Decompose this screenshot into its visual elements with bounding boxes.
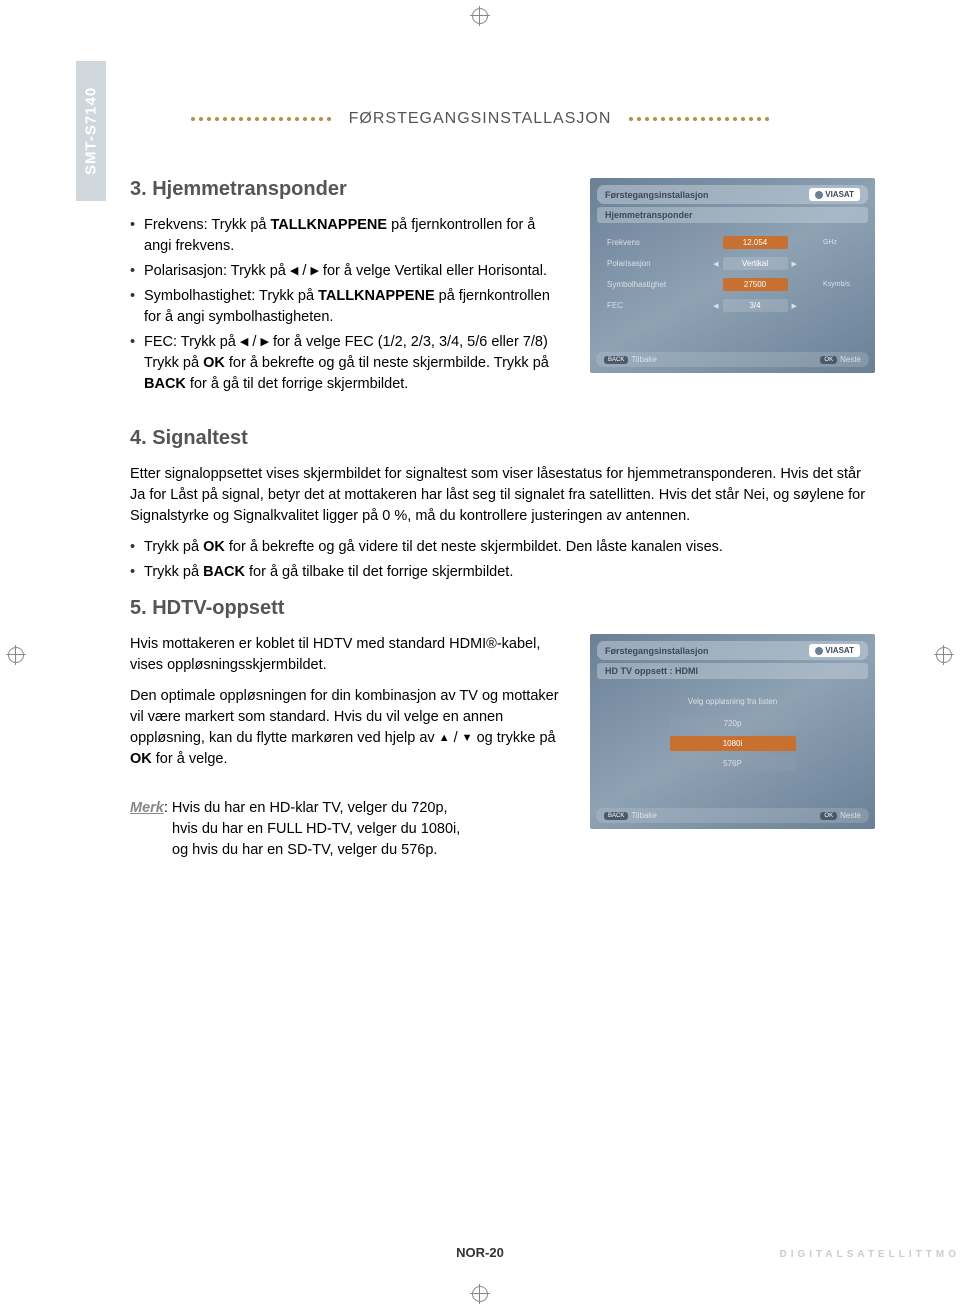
- header-row: FØRSTEGANGSINSTALLASJON: [75, 110, 885, 128]
- viasat-logo: VIASAT: [809, 188, 860, 201]
- section3-list: Frekvens: Trykk på TALLKNAPPENE på fjern…: [130, 215, 560, 395]
- merk-label: Merk: [130, 800, 164, 816]
- sc-field-label: Frekvens: [607, 238, 687, 247]
- section4-para: Etter signaloppsettet vises skjermbildet…: [130, 464, 875, 527]
- list-item: FEC: Trykk på ◀ / ▶ for å velge FEC (1/2…: [130, 332, 560, 395]
- left-arrow-icon: ◀: [713, 302, 718, 310]
- sc-field-label: Polarisasjon: [607, 259, 687, 268]
- section3-heading: 3. Hjemmetransponder: [130, 178, 560, 201]
- sc1-subtitle: Hjemmetransponder: [605, 210, 693, 220]
- sc-field-row: Frekvens 12.054 GHz: [607, 236, 858, 249]
- sc2-title: Førstegangsinstallasjon: [605, 646, 709, 656]
- resolution-option: 576P: [670, 756, 796, 771]
- right-arrow-icon: ▶: [260, 337, 268, 348]
- section4-list: Trykk på OK for å bekrefte og gå videre …: [130, 537, 875, 583]
- dots-right-icon: [629, 117, 769, 121]
- model-side-tab: SMT-S7140: [76, 61, 106, 201]
- merk-note: Merk: Hvis du har en HD-klar TV, velger …: [130, 798, 560, 861]
- down-arrow-icon: ▼: [462, 733, 473, 744]
- left-arrow-icon: ◀: [240, 337, 248, 348]
- list-item: Symbolhastighet: Trykk på TALLKNAPPENE p…: [130, 286, 560, 328]
- sc-back-button: BACKTilbake: [604, 355, 657, 364]
- right-arrow-icon: ▶: [792, 302, 797, 310]
- list-item: Frekvens: Trykk på TALLKNAPPENE på fjern…: [130, 215, 560, 257]
- dots-left-icon: [191, 117, 331, 121]
- sc-field-row: FEC ◀ 3/4 ▶: [607, 299, 858, 312]
- sc-field-label: Symbolhastighet: [607, 280, 687, 289]
- list-item: Polarisasjon: Trykk på ◀ / ▶ for å velge…: [130, 261, 560, 282]
- section4-heading: 4. Signaltest: [130, 427, 875, 450]
- resolution-option: 1080i: [670, 736, 796, 751]
- resolution-option: 720p: [670, 716, 796, 731]
- section5-heading: 5. HDTV-oppsett: [130, 597, 875, 620]
- sc2-prompt: Velg oppløsning fra listen: [607, 697, 858, 706]
- section5-para2: Den optimale oppløsningen for din kombin…: [130, 686, 560, 770]
- sc-ok-button: OKNeste: [820, 355, 861, 364]
- sc-field-value: 3/4: [723, 299, 788, 312]
- right-arrow-icon: ▶: [792, 260, 797, 268]
- list-item: Trykk på OK for å bekrefte og gå videre …: [130, 537, 875, 558]
- sc2-subtitle: HD TV oppsett : HDMI: [605, 666, 698, 676]
- section5-para1: Hvis mottakeren er koblet til HDTV med s…: [130, 634, 560, 676]
- sc-ok-button: OKNeste: [820, 811, 861, 820]
- sc1-title: Førstegangsinstallasjon: [605, 190, 709, 200]
- up-arrow-icon: ▲: [439, 733, 450, 744]
- sc-field-row: Polarisasjon ◀ Vertikal ▶: [607, 257, 858, 270]
- page-number: NOR-20: [456, 1245, 504, 1260]
- list-item: Trykk på BACK for å gå tilbake til det f…: [130, 562, 875, 583]
- sc-field-value: 12.054: [723, 236, 788, 249]
- page-header-title: FØRSTEGANGSINSTALLASJON: [349, 110, 612, 128]
- screenshot-home-transponder: Førstegangsinstallasjon VIASAT Hjemmetra…: [590, 178, 875, 373]
- footer-right-text: DIGITALSATELLITTMO: [779, 1249, 960, 1260]
- sc-field-unit: Ksymb/s: [823, 281, 858, 288]
- sc-field-row: Symbolhastighet 27500 Ksymb/s: [607, 278, 858, 291]
- screenshot-hdtv-setup: Førstegangsinstallasjon VIASAT HD TV opp…: [590, 634, 875, 829]
- sc-back-button: BACKTilbake: [604, 811, 657, 820]
- left-arrow-icon: ◀: [713, 260, 718, 268]
- left-arrow-icon: ◀: [290, 266, 298, 277]
- sc-field-label: FEC: [607, 301, 687, 310]
- sc-field-unit: GHz: [823, 239, 858, 246]
- sc-field-value: 27500: [723, 278, 788, 291]
- viasat-logo: VIASAT: [809, 644, 860, 657]
- sc-field-value: Vertikal: [723, 257, 788, 270]
- right-arrow-icon: ▶: [310, 266, 318, 277]
